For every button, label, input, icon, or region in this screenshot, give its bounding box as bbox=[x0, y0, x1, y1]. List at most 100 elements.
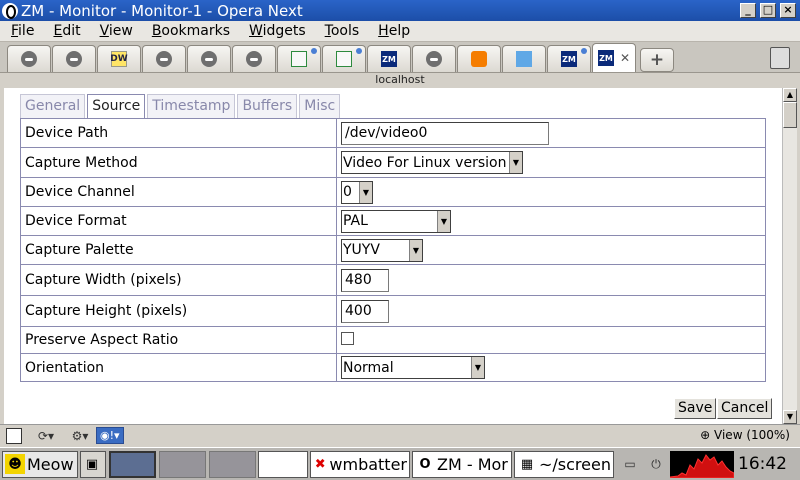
config-tabs: General Source Timestamp Buffers Misc bbox=[20, 94, 342, 119]
trash-icon[interactable] bbox=[770, 47, 790, 69]
menu-view[interactable]: View bbox=[89, 23, 141, 39]
status-badge[interactable]: ◉ ! ▾ bbox=[96, 427, 124, 444]
device-path-input[interactable] bbox=[341, 121, 549, 145]
table-row: Capture Width (pixels) bbox=[20, 264, 766, 296]
close-tab-icon[interactable]: ✕ bbox=[620, 51, 630, 65]
task-screen[interactable]: ▦ ~/screen bbox=[514, 450, 614, 478]
menu-edit[interactable]: Edit bbox=[42, 23, 88, 39]
folder-icon: ▣ bbox=[85, 456, 99, 472]
address-label: localhost bbox=[0, 73, 800, 87]
desktop-1[interactable] bbox=[109, 450, 156, 478]
browser-tab[interactable] bbox=[7, 45, 51, 72]
opera-icon: O bbox=[419, 456, 431, 472]
table-row: Capture Height (pixels) bbox=[20, 295, 766, 327]
browser-tab[interactable]: DW bbox=[97, 45, 141, 72]
table-row: Capture Palette YUYV ▼ bbox=[20, 235, 766, 265]
device-format-select[interactable]: PAL ▼ bbox=[341, 209, 451, 233]
tab-general[interactable]: General bbox=[20, 94, 86, 118]
menu-bookmarks[interactable]: Bookmarks bbox=[141, 23, 238, 39]
source-settings-table: Device Path Capture Method Video For Lin… bbox=[20, 118, 766, 382]
orientation-select[interactable]: Normal ▼ bbox=[341, 356, 485, 379]
task-wmbattery[interactable]: ✖ wmbatter bbox=[310, 450, 410, 478]
capture-width-input[interactable] bbox=[341, 268, 389, 292]
minimize-button[interactable]: _ bbox=[740, 3, 756, 18]
window-titlebar: ZM - Monitor - Monitor-1 - Opera Next _ … bbox=[0, 0, 800, 21]
field-label: Capture Method bbox=[20, 147, 337, 178]
maximize-button[interactable]: □ bbox=[760, 3, 776, 18]
field-label: Capture Height (pixels) bbox=[20, 295, 337, 327]
menu-bar: File Edit View Bookmarks Widgets Tools H… bbox=[0, 21, 800, 42]
close-window-button[interactable]: × bbox=[780, 3, 796, 18]
tab-misc[interactable]: Misc bbox=[299, 94, 341, 118]
menu-file[interactable]: File bbox=[0, 23, 42, 39]
field-label: Device Format bbox=[20, 206, 337, 236]
menu-help[interactable]: Help bbox=[367, 23, 418, 39]
power-icon[interactable]: ⏻ bbox=[646, 456, 666, 472]
desktop-3[interactable] bbox=[209, 450, 256, 478]
browser-tab[interactable] bbox=[457, 45, 501, 72]
field-label: Device Path bbox=[20, 118, 337, 148]
globe-icon: ◉ bbox=[100, 429, 110, 442]
zm-icon: ZM bbox=[561, 51, 577, 67]
tab-source[interactable]: Source bbox=[87, 94, 146, 119]
browser-tab-bar: DW ZM ZM ZM ✕ + bbox=[0, 42, 800, 73]
table-row: Device Path bbox=[20, 118, 766, 148]
network-icon[interactable]: ⚙▾ bbox=[70, 428, 90, 444]
desktop-2[interactable] bbox=[159, 450, 206, 478]
task-zm[interactable]: O ZM - Mor bbox=[412, 450, 512, 478]
cancel-button[interactable]: Cancel bbox=[717, 398, 773, 419]
chevron-down-icon: ▼ bbox=[509, 152, 522, 173]
browser-tab[interactable] bbox=[232, 45, 276, 72]
new-tab-button[interactable]: + bbox=[640, 48, 674, 72]
scrollbar-thumb[interactable] bbox=[783, 102, 797, 128]
browser-tab[interactable]: ZM bbox=[367, 45, 411, 72]
screenshot-icon: ▦ bbox=[520, 456, 534, 472]
browser-tab[interactable] bbox=[412, 45, 456, 72]
table-row: Preserve Aspect Ratio bbox=[20, 326, 766, 354]
task-empty[interactable] bbox=[258, 450, 308, 478]
opera-app-icon bbox=[2, 2, 18, 19]
preserve-aspect-checkbox[interactable] bbox=[341, 331, 354, 345]
tab-buffers[interactable]: Buffers bbox=[237, 94, 298, 118]
table-row: Orientation Normal ▼ bbox=[20, 353, 766, 382]
device-channel-select[interactable]: 0 ▼ bbox=[341, 180, 373, 204]
page-icon bbox=[336, 51, 352, 67]
cpu-graph-svg bbox=[670, 453, 734, 478]
capture-palette-select[interactable]: YUYV ▼ bbox=[341, 238, 423, 262]
browser-tab[interactable] bbox=[52, 45, 96, 72]
capture-height-input[interactable] bbox=[341, 299, 389, 323]
tab-timestamp[interactable]: Timestamp bbox=[147, 94, 236, 118]
panel-toggle-icon[interactable] bbox=[6, 427, 22, 444]
page-viewport: General Source Timestamp Buffers Misc De… bbox=[4, 88, 782, 424]
browser-tab[interactable] bbox=[277, 45, 321, 72]
status-bar: ⟳▾ ⚙▾ ◉ ! ▾ ⊕ View (100%) bbox=[0, 424, 800, 446]
task-files[interactable]: ▣ bbox=[80, 450, 106, 478]
opera-icon bbox=[66, 51, 82, 67]
browser-tab-active[interactable]: ZM ✕ bbox=[592, 43, 636, 72]
browser-tab[interactable]: ZM bbox=[547, 45, 591, 72]
opera-icon bbox=[246, 51, 262, 67]
cpu-graph bbox=[670, 450, 734, 478]
reload-icon[interactable]: ⟳▾ bbox=[36, 428, 56, 444]
opera-icon bbox=[201, 51, 217, 67]
capture-method-select[interactable]: Video For Linux version 2 ▼ bbox=[341, 151, 523, 174]
scroll-up-icon[interactable]: ▲ bbox=[783, 88, 797, 102]
browser-tab[interactable] bbox=[322, 45, 366, 72]
vertical-scrollbar[interactable]: ▲ ▼ bbox=[782, 88, 797, 424]
zm-icon: ZM bbox=[381, 51, 397, 67]
save-button[interactable]: Save bbox=[674, 398, 717, 419]
browser-tab[interactable] bbox=[142, 45, 186, 72]
zoom-indicator[interactable]: ⊕ View (100%) bbox=[700, 428, 790, 442]
browser-tab[interactable] bbox=[187, 45, 231, 72]
page-icon bbox=[291, 51, 307, 67]
chevron-down-icon: ▼ bbox=[437, 210, 450, 232]
window-title: ZM - Monitor - Monitor-1 - Opera Next bbox=[21, 1, 303, 20]
scroll-down-icon[interactable]: ▼ bbox=[783, 410, 797, 424]
monitor-icon[interactable]: ▭ bbox=[620, 456, 640, 472]
menu-widgets[interactable]: Widgets bbox=[238, 23, 314, 39]
menu-tools[interactable]: Tools bbox=[314, 23, 368, 39]
zoom-icon: ⊕ bbox=[700, 428, 715, 442]
task-meow[interactable]: ☻ Meow bbox=[2, 450, 78, 478]
browser-tab[interactable] bbox=[502, 45, 546, 72]
tab-loading-dot-icon bbox=[311, 48, 317, 54]
